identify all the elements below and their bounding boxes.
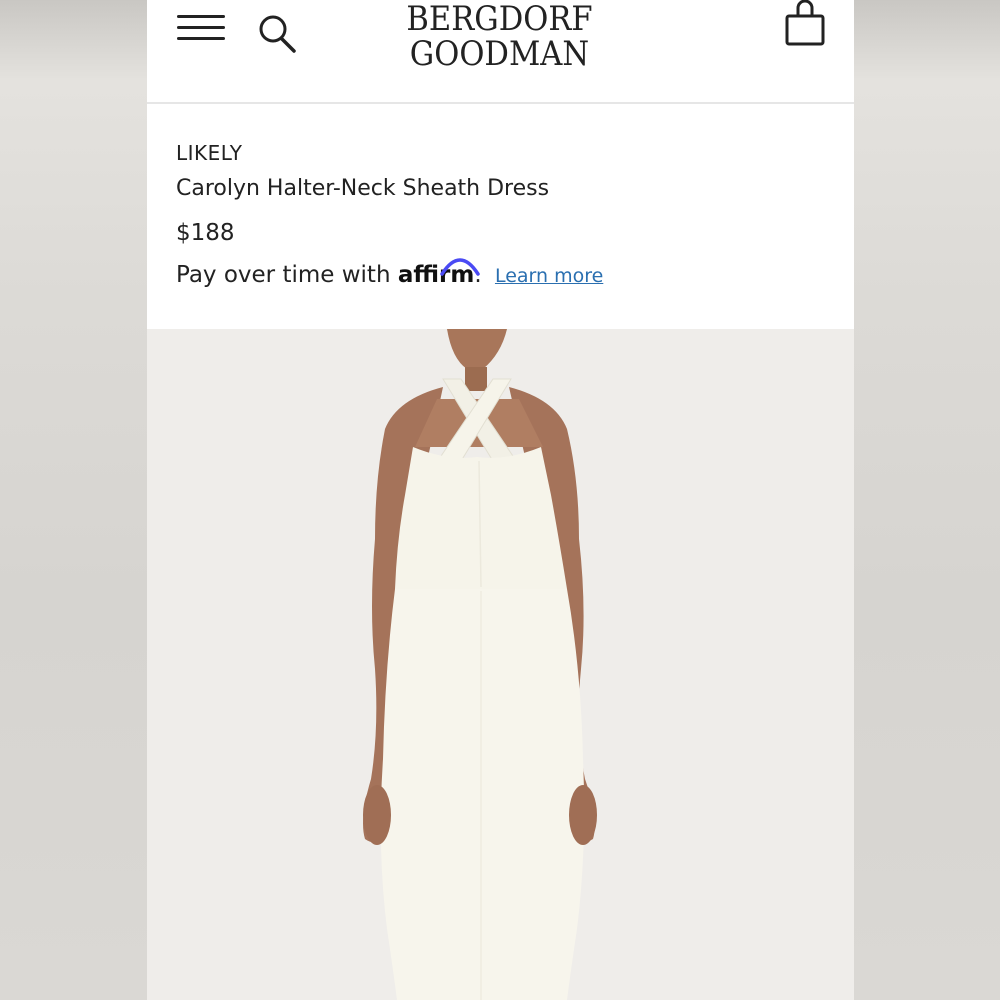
product-page: BERGDORF GOODMAN LIKELY Carolyn Halter-N…	[147, 0, 854, 1000]
product-info: LIKELY Carolyn Halter-Neck Sheath Dress …	[147, 104, 854, 329]
brand-logo[interactable]: BERGDORF GOODMAN	[327, 2, 672, 72]
dress-model-illustration	[363, 329, 597, 1000]
learn-more-link[interactable]: Learn more	[495, 265, 603, 287]
logo-line-1: BERGDORF	[406, 0, 593, 39]
product-price: $188	[176, 220, 235, 246]
financing-message: Pay over time with affirm. Learn more	[176, 258, 603, 288]
product-name: Carolyn Halter-Neck Sheath Dress	[176, 176, 550, 201]
shopping-bag-icon[interactable]	[783, 0, 827, 48]
financing-prefix: Pay over time with	[176, 262, 391, 288]
product-brand[interactable]: LIKELY	[176, 141, 243, 165]
top-navigation-bar: BERGDORF GOODMAN	[147, 0, 854, 104]
affirm-arc-icon	[440, 258, 480, 276]
affirm-logo: affirm	[398, 258, 480, 288]
search-icon[interactable]	[255, 10, 299, 54]
product-image[interactable]	[147, 329, 854, 1000]
right-blurred-backdrop	[854, 0, 1000, 1000]
hamburger-menu-icon[interactable]	[177, 10, 227, 46]
logo-line-2: GOODMAN	[409, 34, 590, 74]
left-blurred-backdrop	[0, 0, 147, 1000]
